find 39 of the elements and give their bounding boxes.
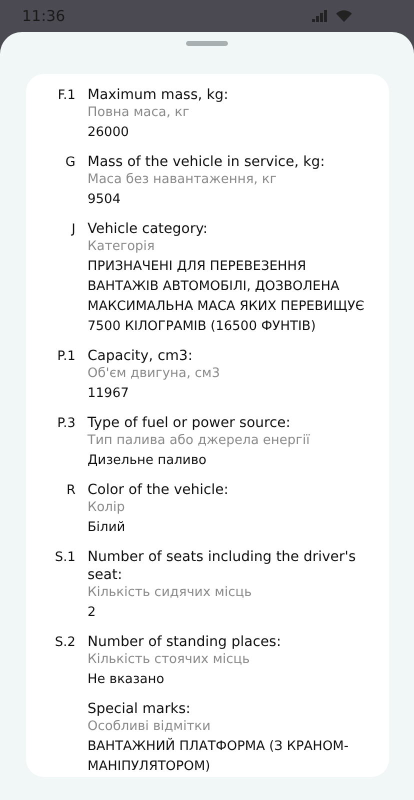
field-title: Special marks: <box>88 700 192 718</box>
field-value: 11967 <box>88 385 130 403</box>
field-title: Number of standing places: <box>88 633 282 651</box>
field-subtitle: Кількість стоячих місць <box>88 651 251 668</box>
field-title: Maximum mass, kg: <box>88 86 230 104</box>
field-title: Color of the vehicle: <box>88 481 230 499</box>
field-code: R <box>65 482 76 500</box>
field-value: 9504 <box>88 191 122 209</box>
drag-handle[interactable] <box>186 41 228 46</box>
field-subtitle: Об'єм двигуна, см3 <box>88 365 221 382</box>
field-code: S.1 <box>54 549 76 567</box>
field-subtitle: Маса без навантаження, кг <box>88 171 278 188</box>
field-subtitle: Особливі відмітки <box>88 718 212 735</box>
field-subtitle: Категорія <box>88 238 156 255</box>
field-code: S.2 <box>54 634 76 652</box>
field-value: 26000 <box>88 124 130 142</box>
field-title: Number of seats including the driver's seat: <box>88 548 357 584</box>
field-subtitle: Колір <box>88 499 126 516</box>
field-code: F.1 <box>56 87 76 105</box>
field-title: Mass of the vehicle in service, kg: <box>88 153 326 171</box>
field-subtitle: Кількість сидячих місць <box>88 584 253 601</box>
field-code: P.1 <box>56 348 76 366</box>
signal-icon <box>312 10 328 22</box>
field-value: Білий <box>88 519 126 537</box>
field-code: J <box>70 221 76 239</box>
field-value: ВАНТАЖНИЙ ПЛАТФОРМА (З КРАНОМ-МАНІПУЛЯТОРОМ) <box>88 737 350 776</box>
field-code: P.3 <box>56 415 76 433</box>
field-title: Capacity, cm3: <box>88 347 194 365</box>
field-value: Дизельне паливо <box>88 452 208 470</box>
field-value: 2 <box>88 604 97 622</box>
field-subtitle: Повна маса, кг <box>88 104 190 121</box>
field-value: Не вказано <box>88 671 166 689</box>
wifi-icon <box>336 10 352 22</box>
field-code: G <box>64 154 76 172</box>
field-title: Vehicle category: <box>88 220 209 238</box>
field-subtitle: Тип палива або джерела енергії <box>88 432 311 449</box>
field-value: ПРИЗНАЧЕНІ ДЛЯ ПЕРЕВЕЗЕННЯ ВАНТАЖІВ АВТОМОБІЛІ, ДОЗВОЛЕНА МАКСИМАЛЬНА МАСА ЯКИХ ПЕРЕВИЩУЄ 7500 КІЛОГРАМІВ (16500 ФУНТІВ) <box>88 258 366 336</box>
status-time: 11:36 <box>22 7 66 25</box>
field-title: Type of fuel or power source: <box>88 414 292 432</box>
